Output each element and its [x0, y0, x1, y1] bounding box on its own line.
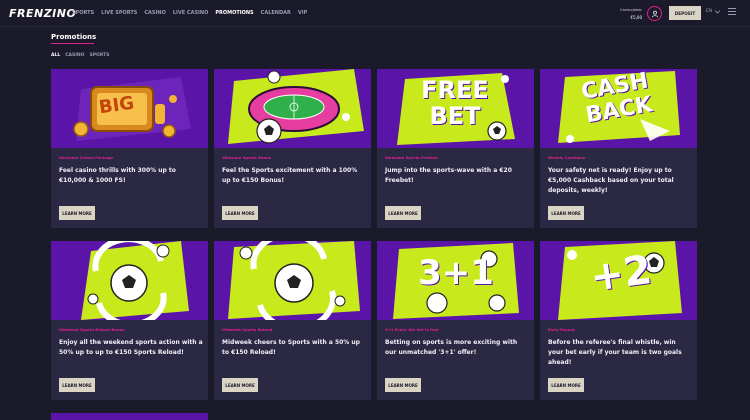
promo-description: Before the referee's final whistle, win … [548, 339, 682, 366]
promo-description: Your safety net is ready! Enjoy up to €5… [548, 167, 674, 194]
promo-tag: Weekly Cashback [548, 155, 586, 160]
promotions-grid: BIG Welcome Casino Package Feel casino t… [51, 69, 697, 420]
promo-filters: ALL CASINO SPORTS [51, 53, 109, 58]
promo-card[interactable]: FREE BET Welcome Sports Freebet Jump int… [377, 69, 534, 228]
promo-description: Midweek cheers to Sports with a 50% up t… [222, 339, 360, 356]
promo-tag: Early Payout [548, 327, 575, 332]
promo-description: Enjoy all the weekend sports action with… [59, 339, 203, 356]
promo-description: Feel casino thrills with 300% up to €10,… [59, 167, 176, 184]
filter-casino[interactable]: CASINO [65, 53, 84, 58]
page-title: Promotions [51, 33, 97, 41]
user-icon[interactable] [647, 6, 662, 21]
promo-card[interactable]: Midweek Sports Reload Midweek cheers to … [214, 241, 371, 400]
promo-image-freebet: FREE BET [377, 69, 534, 148]
promo-tag: Midweek Sports Reload [222, 327, 273, 332]
promo-image-casino: BIG [51, 69, 208, 148]
promo-card[interactable]: Welcome Sports Bonus Feel the Sports exc… [214, 69, 371, 228]
promo-tag: Weekend Sports Reload Bonus [59, 327, 125, 332]
nav-vip[interactable]: VIP [298, 10, 307, 16]
language-selector[interactable]: EN [706, 9, 712, 14]
nav-calendar[interactable]: CALENDAR [261, 10, 291, 16]
filter-all[interactable]: ALL [51, 53, 60, 58]
account-balance: €5,00 [630, 15, 642, 20]
main-nav: SPORTS LIVE SPORTS CASINO LIVE CASINO PR… [72, 10, 307, 16]
promo-art-text-7: 3+1 [418, 253, 494, 293]
promo-tag: Welcome Casino Package [59, 155, 114, 160]
learn-more-button[interactable]: LEARN MORE [59, 206, 95, 220]
deposit-button[interactable]: DEPOSIT [669, 6, 701, 20]
nav-live-casino[interactable]: LIVE CASINO [173, 10, 209, 16]
menu-icon[interactable] [728, 8, 736, 17]
promo-image-3plus1: 3+1 [377, 241, 534, 320]
promo-card[interactable]: 3+1 3+1 Every 4th bet is free Betting on… [377, 241, 534, 400]
promo-description: Jump into the sports-wave with a €20 Fre… [385, 167, 512, 184]
promo-card[interactable]: +2 Early Payout Before the referee's fin… [540, 241, 697, 400]
promo-image-weekend-reload [51, 241, 208, 320]
promo-image-early-payout: +2 [540, 241, 697, 320]
top-header: FRENZINO SPORTS LIVE SPORTS CASINO LIVE … [0, 0, 750, 27]
promo-description: Feel the Sports excitement with a 100% u… [222, 167, 358, 184]
promo-image-cashback: CASH BACK [540, 69, 697, 148]
learn-more-button[interactable]: LEARN MORE [59, 378, 95, 392]
promo-card[interactable]: CASH BACK Weekly Cashback Your safety ne… [540, 69, 697, 228]
promo-image-midweek-reload [214, 241, 371, 320]
frenzino-logo[interactable]: FRENZINO [9, 7, 76, 20]
learn-more-button[interactable]: LEARN MORE [385, 378, 421, 392]
nav-casino[interactable]: CASINO [144, 10, 165, 16]
account-username: CasinoJoker [619, 7, 642, 12]
promo-tag: Welcome Sports Bonus [222, 155, 272, 160]
chevron-down-icon[interactable] [714, 9, 721, 15]
filter-sports[interactable]: SPORTS [90, 53, 110, 58]
learn-more-button[interactable]: LEARN MORE [222, 206, 258, 220]
promo-card-partial[interactable] [51, 413, 208, 420]
promo-card[interactable]: BIG Welcome Casino Package Feel casino t… [51, 69, 208, 228]
title-underline [51, 43, 94, 44]
promo-description: Betting on sports is more exciting with … [385, 339, 518, 356]
nav-sports[interactable]: SPORTS [72, 10, 94, 16]
learn-more-button[interactable]: LEARN MORE [548, 206, 584, 220]
nav-promotions[interactable]: PROMOTIONS [215, 10, 253, 16]
learn-more-button[interactable]: LEARN MORE [385, 206, 421, 220]
promo-tag: 3+1 Every 4th bet is free [385, 327, 439, 332]
learn-more-button[interactable]: LEARN MORE [548, 378, 584, 392]
promo-image-stadium [214, 69, 371, 148]
learn-more-button[interactable]: LEARN MORE [222, 378, 258, 392]
nav-live-sports[interactable]: LIVE SPORTS [101, 10, 137, 16]
promo-art-text-3: FREE BET [421, 76, 489, 130]
promo-tag: Welcome Sports Freebet [385, 155, 438, 160]
promo-card[interactable]: Weekend Sports Reload Bonus Enjoy all th… [51, 241, 208, 400]
